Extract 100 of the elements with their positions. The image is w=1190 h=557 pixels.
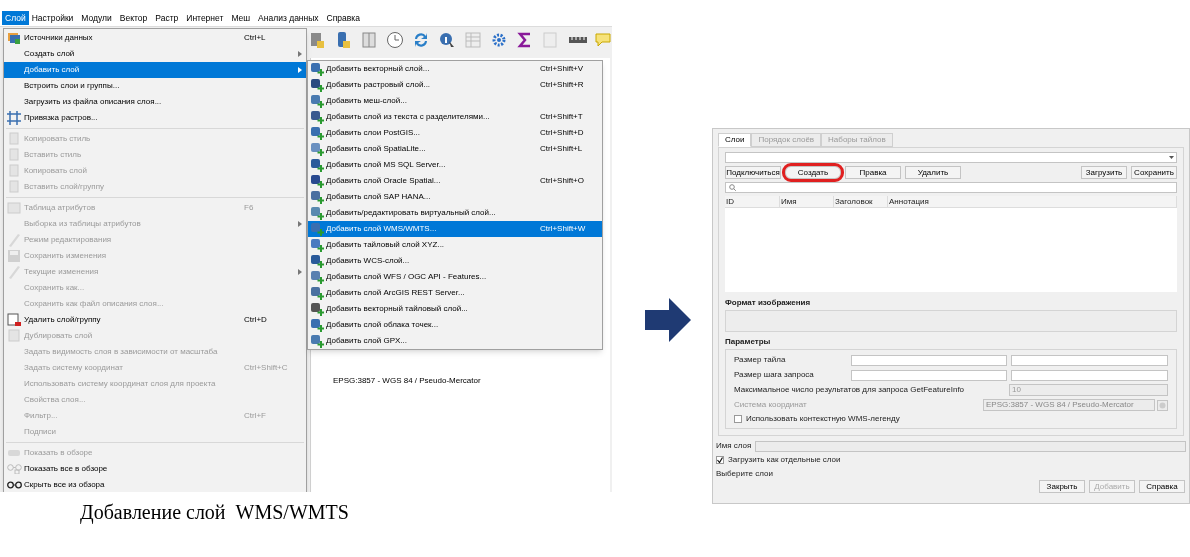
menu-item[interactable]: Добавить слой bbox=[4, 62, 306, 78]
add-layer-icon bbox=[310, 302, 324, 316]
button[interactable]: Загрузить bbox=[1081, 166, 1127, 179]
menu-item[interactable]: Показать все в обзоре bbox=[4, 461, 306, 477]
menu-item[interactable]: Добавить слой SpatiaLite... Ctrl+Shift+L bbox=[308, 141, 602, 157]
menu-item[interactable]: Добавить растровый слой... Ctrl+Shift+R bbox=[308, 77, 602, 93]
search-icon bbox=[729, 184, 736, 191]
menu-item[interactable]: Встроить слои и группы... bbox=[4, 78, 306, 94]
button[interactable]: Правка bbox=[845, 166, 901, 179]
button[interactable]: Удалить bbox=[905, 166, 961, 179]
document-icon bbox=[6, 131, 22, 147]
menu-item[interactable]: Добавить слой SAP HANA... bbox=[308, 189, 602, 205]
menu-item[interactable]: Добавить слой WMS/WMTS... Ctrl+Shift+W bbox=[308, 221, 602, 237]
menu-item[interactable]: Добавить слой ArcGIS REST Server... bbox=[308, 285, 602, 301]
menu-item[interactable]: Добавить слой GPX... bbox=[308, 333, 602, 349]
menu-item[interactable]: Добавить слой облака точек... bbox=[308, 317, 602, 333]
checkbox[interactable] bbox=[734, 415, 742, 423]
add-layer-icon bbox=[310, 190, 324, 204]
crs-button[interactable] bbox=[1157, 399, 1168, 411]
document-icon bbox=[6, 163, 22, 179]
input-field[interactable] bbox=[851, 354, 1008, 366]
menu-item[interactable]: Добавить слой WFS / OGC API - Features... bbox=[308, 269, 602, 285]
arrow-icon bbox=[645, 298, 691, 342]
add-layer-icon bbox=[310, 126, 324, 140]
document-icon bbox=[6, 179, 22, 195]
menu-item[interactable]: Добавить слои PostGIS... Ctrl+Shift+D bbox=[308, 125, 602, 141]
checkbox-label: Использовать контекстную WMS-легенду bbox=[746, 413, 900, 425]
menu-bar-item[interactable]: Модули bbox=[78, 11, 115, 25]
document-icon bbox=[6, 328, 22, 344]
menu-item[interactable]: Добавить векторный тайловый слой... bbox=[308, 301, 602, 317]
input-field[interactable] bbox=[755, 440, 1186, 452]
field-label: Размер шага запроса bbox=[734, 369, 815, 381]
search-field[interactable] bbox=[725, 182, 1177, 193]
menu-bar-item[interactable]: Интернет bbox=[183, 11, 227, 25]
menu-item[interactable]: Добавить меш-слой... bbox=[308, 93, 602, 109]
menu-bar-item[interactable]: Вектор bbox=[116, 11, 151, 25]
menu-bar-item[interactable]: Растр bbox=[152, 11, 182, 25]
clock-icon bbox=[386, 31, 406, 49]
pencil-icon bbox=[6, 264, 22, 280]
menu-item[interactable]: Добавить WCS-слой... bbox=[308, 253, 602, 269]
menu-item[interactable]: Загрузить из файла описания слоя... bbox=[4, 94, 306, 110]
menu-item[interactable]: Добавить слой из текста с разделителями... Ctrl+Shift+T bbox=[308, 109, 602, 125]
connection-dropdown[interactable] bbox=[725, 152, 1177, 163]
add-layer-icon bbox=[310, 238, 324, 252]
column-header[interactable]: ID bbox=[725, 196, 780, 207]
field-label: Максимальное число результатов для запроса GetFeatureInfo bbox=[734, 384, 966, 396]
button[interactable]: Подключиться bbox=[725, 166, 781, 179]
field-label: Система координат bbox=[734, 399, 808, 411]
button[interactable]: Сохранить bbox=[1131, 166, 1177, 179]
add-layer-icon bbox=[310, 142, 324, 156]
menu-bar-item[interactable]: Анализ данных bbox=[255, 11, 322, 25]
menu-bar-item[interactable]: Меш bbox=[228, 11, 254, 25]
input-field[interactable] bbox=[1011, 354, 1168, 366]
field-label: Имя слоя bbox=[716, 440, 752, 452]
menu-item[interactable]: Удалить слой/группу Ctrl+D bbox=[4, 312, 306, 328]
menu-bar-item[interactable]: Слой bbox=[2, 11, 29, 25]
add-layer-icon bbox=[310, 174, 324, 188]
project-crs-text: EPSG:3857 - WGS 84 / Pseudo-Mercator bbox=[333, 375, 482, 387]
menu-item[interactable]: Добавить тайловый слой XYZ... bbox=[308, 237, 602, 253]
checkmark-icon bbox=[717, 457, 723, 463]
menu-bar-item[interactable]: Справка bbox=[323, 11, 363, 25]
add-layer-icon bbox=[310, 222, 324, 236]
add-layer-icon bbox=[310, 270, 324, 284]
checkbox-label: Загрузить как отдельные слои bbox=[728, 454, 841, 466]
menu-item[interactable]: Создать слой bbox=[4, 46, 306, 62]
menu-item[interactable]: Добавить векторный слой... Ctrl+Shift+V bbox=[308, 61, 602, 77]
menu-item[interactable]: Добавить слой Oracle Spatial... Ctrl+Shift+O bbox=[308, 173, 602, 189]
button[interactable]: Создать bbox=[785, 166, 841, 179]
layers-icon bbox=[6, 30, 22, 46]
add-layer-icon bbox=[310, 334, 324, 348]
add-layer-icon bbox=[310, 78, 324, 92]
add-layer-icon bbox=[310, 318, 324, 332]
globe-icon bbox=[1159, 401, 1166, 409]
section-title: Формат изображения bbox=[725, 297, 812, 309]
input-field[interactable] bbox=[1011, 369, 1168, 381]
tab[interactable]: Слои bbox=[718, 133, 752, 147]
input-field[interactable] bbox=[851, 369, 1008, 381]
column-header[interactable]: Аннотация bbox=[888, 196, 1177, 207]
add-layer-icon bbox=[310, 286, 324, 300]
add-layer-icon bbox=[310, 62, 324, 76]
checkbox[interactable] bbox=[716, 456, 724, 464]
button[interactable]: Справка bbox=[1139, 480, 1185, 493]
add-layer-icon bbox=[310, 206, 324, 220]
document-icon bbox=[6, 147, 22, 163]
menu-item[interactable]: Источники данных Ctrl+L bbox=[4, 30, 306, 46]
delete-layer-icon bbox=[6, 312, 22, 328]
menu-item[interactable]: Привязка растров... bbox=[4, 110, 306, 126]
add-layer-icon bbox=[310, 94, 324, 108]
button[interactable]: Закрыть bbox=[1039, 480, 1085, 493]
menu-bar-item[interactable]: Настройки bbox=[28, 11, 77, 25]
save-icon bbox=[6, 248, 22, 264]
menu-item[interactable]: Скрыть все из обзора bbox=[4, 477, 306, 492]
dropdown-arrow-icon bbox=[1169, 156, 1174, 159]
glasses-icon bbox=[6, 480, 22, 490]
column-header[interactable]: Заголовок bbox=[834, 196, 888, 207]
add-layer-icon bbox=[310, 158, 324, 172]
column-header[interactable]: Имя bbox=[780, 196, 834, 207]
menu-item[interactable]: Добавить/редактировать виртуальный слой... bbox=[308, 205, 602, 221]
menu-item[interactable]: Добавить слой MS SQL Server... bbox=[308, 157, 602, 173]
text-label: Выберите слои bbox=[716, 468, 774, 480]
